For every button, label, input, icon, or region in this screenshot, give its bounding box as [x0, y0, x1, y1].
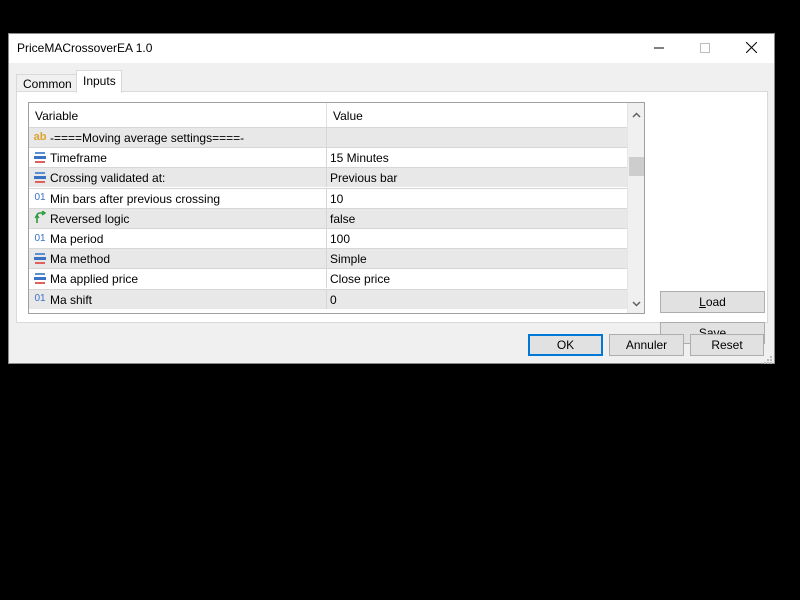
tab-inputs[interactable]: Inputs: [76, 70, 122, 93]
cancel-button[interactable]: Annuler: [609, 334, 684, 356]
grid-header: Variable Value: [29, 103, 627, 127]
inputs-dialog: PriceMACrossoverEA 1.0 Common Inputs Var…: [8, 33, 775, 364]
load-button-label: Load: [699, 295, 726, 309]
variable-name: Crossing validated at:: [50, 171, 166, 186]
cell-divider: [326, 289, 327, 309]
variable-value[interactable]: 0: [330, 293, 337, 307]
inputs-grid: Variable Value ab -====Moving average set…: [28, 102, 645, 314]
grid-row[interactable]: ab -====Moving average settings====-: [29, 127, 627, 147]
grid-row[interactable]: Timeframe 15 Minutes: [29, 147, 627, 168]
vertical-scrollbar[interactable]: [627, 103, 644, 313]
maximize-icon: [700, 42, 710, 56]
column-header-value[interactable]: Value: [333, 109, 363, 123]
cell-divider: [326, 148, 327, 168]
cell-divider: [326, 229, 327, 248]
reset-button[interactable]: Reset: [690, 334, 764, 356]
grid-row[interactable]: Ma applied price Close price: [29, 268, 627, 289]
variable-value[interactable]: 15 Minutes: [330, 151, 389, 165]
variable-name: Ma applied price: [50, 272, 139, 287]
grid-row[interactable]: 01 Min bars after previous crossing 10: [29, 187, 627, 208]
variable-value[interactable]: false: [330, 212, 355, 226]
close-icon: [745, 41, 757, 56]
inputs-panel: Variable Value ab -====Moving average set…: [16, 91, 768, 344]
window-title: PriceMACrossoverEA 1.0: [17, 41, 153, 55]
integer-icon: 01: [34, 192, 46, 204]
grid-row[interactable]: Reversed logic false: [29, 207, 627, 228]
column-header-variable[interactable]: Variable: [35, 109, 78, 123]
minimize-icon: [654, 42, 664, 56]
scroll-thumb[interactable]: [629, 157, 644, 176]
grid-row[interactable]: 01 Ma shift 0: [29, 288, 627, 309]
boolean-icon: [33, 211, 47, 225]
variable-name: Min bars after previous crossing: [50, 191, 221, 206]
grid-row[interactable]: Crossing validated at: Previous bar: [29, 167, 627, 188]
ok-button[interactable]: OK: [528, 334, 603, 356]
variable-name: Ma period: [50, 232, 104, 246]
cell-divider: [326, 269, 327, 289]
tab-common[interactable]: Common: [16, 74, 77, 92]
cell-divider: [326, 208, 327, 228]
variable-name: Ma method: [50, 252, 111, 267]
enum-icon: [33, 150, 47, 164]
string-icon: ab: [33, 131, 47, 143]
close-button[interactable]: [728, 34, 774, 63]
variable-name: Ma shift: [50, 292, 93, 307]
integer-icon: 01: [34, 232, 46, 244]
column-divider[interactable]: [326, 103, 327, 127]
minimize-button[interactable]: [636, 34, 682, 63]
maximize-button[interactable]: [682, 34, 728, 63]
enum-icon: [33, 271, 47, 285]
title-bar[interactable]: PriceMACrossoverEA 1.0: [9, 34, 774, 63]
enum-icon: [33, 170, 47, 184]
grid-row[interactable]: 01 Ma period 100: [29, 228, 627, 248]
scroll-down-button[interactable]: [628, 294, 644, 311]
integer-icon: 01: [34, 293, 46, 305]
cell-divider: [326, 168, 327, 188]
variable-value[interactable]: Close price: [330, 272, 390, 286]
variable-value[interactable]: Previous bar: [330, 171, 397, 185]
variable-name: -====Moving average settings====-: [50, 131, 245, 145]
scroll-up-button[interactable]: [628, 105, 644, 122]
variable-value[interactable]: 100: [330, 232, 350, 246]
variable-value[interactable]: 10: [330, 192, 343, 206]
variable-name: Timeframe: [50, 151, 107, 166]
chevron-down-icon: [632, 296, 641, 310]
enum-icon: [33, 251, 47, 265]
variable-name: Reversed logic: [50, 211, 130, 226]
cell-divider: [326, 128, 327, 147]
cell-divider: [326, 188, 327, 208]
chevron-up-icon: [632, 107, 641, 121]
variable-value[interactable]: Simple: [330, 252, 367, 266]
grid-row[interactable]: Ma method Simple: [29, 248, 627, 269]
cell-divider: [326, 249, 327, 269]
load-button[interactable]: Load: [660, 291, 765, 313]
resize-grip-icon[interactable]: [764, 353, 772, 364]
